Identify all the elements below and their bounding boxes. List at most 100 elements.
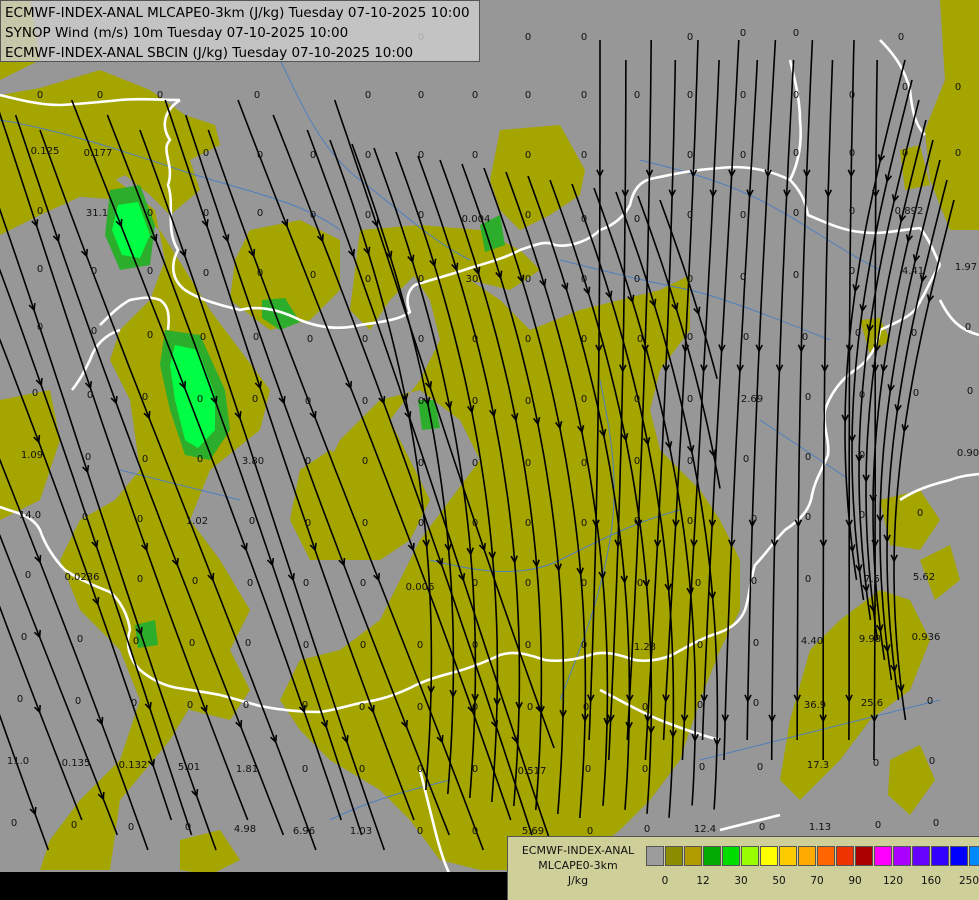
legend-swatch — [665, 846, 683, 866]
title-line-3: ECMWF-INDEX-ANAL SBCIN (J/kg) Tuesday 07… — [5, 45, 414, 61]
station-value: 0 — [365, 274, 371, 285]
station-value: 0 — [859, 510, 865, 521]
legend-tick-labels: 01230507090120160250400 — [646, 875, 979, 889]
title-box: ECMWF-INDEX-ANAL MLCAPE0-3km (J/kg) Tues… — [0, 0, 480, 62]
station-value: 0 — [472, 518, 478, 529]
station-value: 0 — [310, 150, 316, 161]
station-value: 0 — [187, 700, 193, 711]
station-value: 0 — [527, 702, 533, 713]
station-value: 0 — [472, 640, 478, 651]
station-value: 6.96 — [293, 826, 315, 837]
station-value: 0 — [257, 150, 263, 161]
station-value: 0 — [137, 574, 143, 585]
station-value: 0 — [203, 148, 209, 159]
station-value: 0 — [257, 268, 263, 279]
station-value: 0 — [75, 696, 81, 707]
station-value: 0 — [634, 90, 640, 101]
station-value: 0 — [793, 28, 799, 39]
station-value: 0 — [699, 762, 705, 773]
legend-swatch — [893, 846, 911, 866]
station-value: 0 — [697, 700, 703, 711]
border-line — [938, 299, 979, 337]
station-value: 0 — [849, 206, 855, 217]
station-value: 0 — [805, 574, 811, 585]
station-value: 0 — [142, 392, 148, 403]
station-value: 1.13 — [809, 822, 831, 833]
station-value: 0 — [917, 508, 923, 519]
color-legend: ECMWF-INDEX-ANAL MLCAPE0-3km J/kg 0 12 30 5… — [507, 836, 979, 900]
station-value: 0 — [133, 636, 139, 647]
station-value: 0 — [418, 90, 424, 101]
station-value: 0 — [581, 274, 587, 285]
station-value: 0 — [418, 334, 424, 345]
station-value: 0 — [740, 28, 746, 39]
station-value: 0 — [365, 150, 371, 161]
station-value: 0 — [197, 454, 203, 465]
station-value: 0 — [743, 332, 749, 343]
station-value: 0 — [634, 394, 640, 405]
station-value: 0 — [303, 640, 309, 651]
station-value: 0 — [37, 206, 43, 217]
station-value: 0 — [472, 396, 478, 407]
station-value: 4.98 — [234, 824, 256, 835]
streamline — [746, 39, 777, 741]
legend-tick-label: 70 — [810, 875, 824, 887]
station-value: 0 — [759, 822, 765, 833]
station-value: 0 — [360, 640, 366, 651]
station-value: 0 — [805, 512, 811, 523]
legend-swatch — [779, 846, 797, 866]
station-value: 0 — [472, 702, 478, 713]
streamline — [0, 713, 50, 851]
station-value: 0 — [687, 394, 693, 405]
station-value: 0 — [362, 396, 368, 407]
station-value: 0 — [642, 702, 648, 713]
station-value: 0 — [157, 90, 163, 101]
station-value: 3.80 — [242, 456, 264, 467]
map-canvas: 0 0 0 0 0 0 0 0 0 0 0 0 0 0 0 0 0 0 0 0 0 0 0 0 0 0 0.125 0.177 0 0 0 0… — [0, 0, 979, 876]
station-value: 0 — [525, 150, 531, 161]
station-value: 0 — [253, 332, 259, 343]
station-value: 7.5 — [864, 574, 880, 585]
cape-low-areas — [0, 0, 979, 875]
station-value: 0 — [855, 328, 861, 339]
station-value: 0.004 — [462, 214, 491, 225]
station-value: 0 — [525, 90, 531, 101]
legend-tick-label: 0 — [661, 875, 669, 887]
station-value: 0 — [418, 396, 424, 407]
station-value: 0 — [955, 148, 961, 159]
station-value: 0 — [71, 820, 77, 831]
station-value: 0 — [911, 328, 917, 339]
station-value: 0 — [525, 32, 531, 43]
streamline — [770, 59, 795, 761]
station-value: 0 — [192, 576, 198, 587]
station-value: 0 — [634, 516, 640, 527]
station-value: 0 — [25, 570, 31, 581]
station-value: 0 — [525, 210, 531, 221]
legend-title-1: ECMWF-INDEX-ANAL — [521, 844, 635, 857]
station-value: 0 — [687, 274, 693, 285]
station-value: 0 — [927, 696, 933, 707]
legend-unit: J/kg — [567, 874, 589, 887]
station-value: 0 — [254, 90, 260, 101]
station-value: 0 — [525, 640, 531, 651]
legend-swatch — [722, 846, 740, 866]
legend-tick-label: 12 — [696, 875, 710, 887]
station-value: 0 — [305, 518, 311, 529]
station-value: 0 — [37, 264, 43, 275]
station-value: 0 — [203, 208, 209, 219]
station-value: 0 — [365, 90, 371, 101]
station-value: 0 — [362, 334, 368, 345]
station-value: 0.936 — [912, 632, 941, 643]
legend-swatch — [912, 846, 930, 866]
station-value: 0 — [472, 578, 478, 589]
station-value: 0 — [418, 458, 424, 469]
station-value: 1.09 — [21, 450, 43, 461]
station-value: 0 — [929, 756, 935, 767]
station-value: 0 — [77, 634, 83, 645]
station-value: 0 — [252, 394, 258, 405]
station-value: 5.62 — [913, 572, 935, 583]
station-value: 0 — [898, 32, 904, 43]
station-value: 0 — [743, 454, 749, 465]
station-value: 0 — [642, 764, 648, 775]
station-value: 0 — [302, 764, 308, 775]
